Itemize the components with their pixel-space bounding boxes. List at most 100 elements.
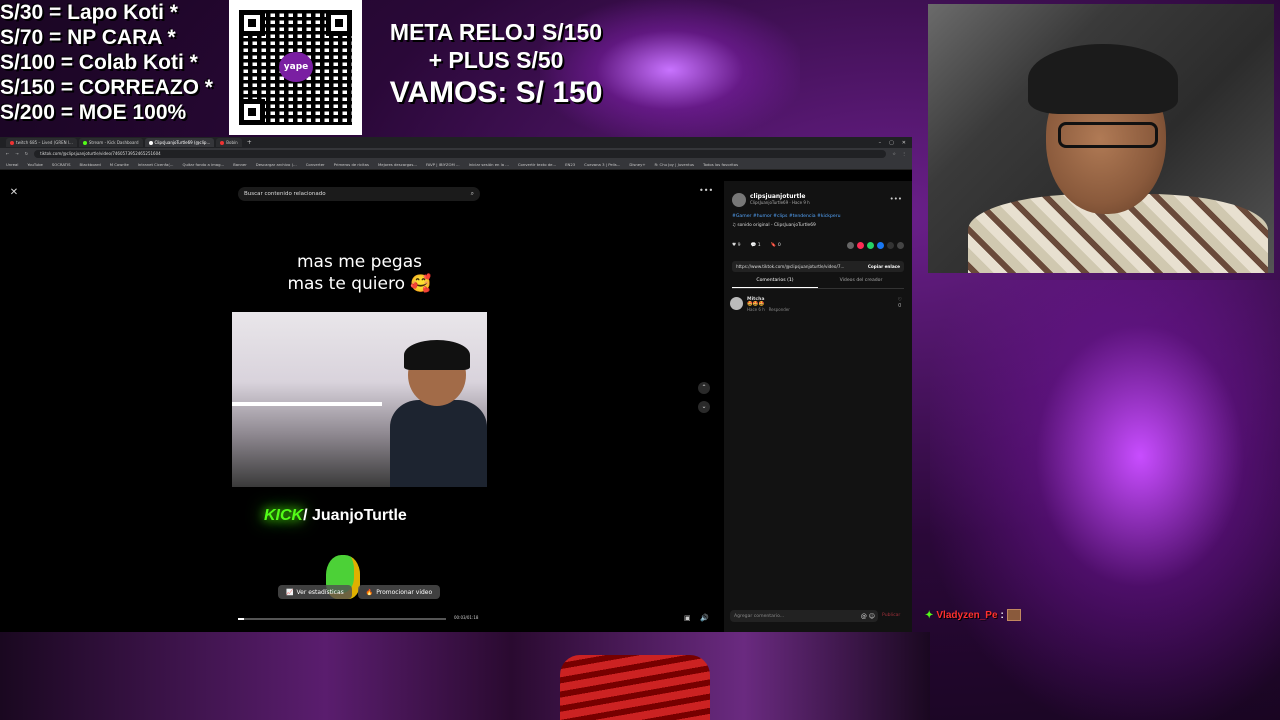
author-name[interactable]: clipsjuanjoturtle: [750, 193, 810, 200]
diamond-icon: ✦: [925, 609, 934, 621]
tab-bar: twitch 685 – Lived (GREN l... Stream - K…: [0, 137, 912, 148]
close-window-button[interactable]: ✕: [902, 140, 906, 146]
tab-creator-videos[interactable]: Videos del creador: [818, 278, 904, 288]
share-icon[interactable]: [897, 242, 904, 249]
more-options-icon[interactable]: •••: [699, 186, 713, 195]
browser-tab[interactable]: twitch 685 – Lived (GREN l...: [6, 138, 77, 147]
new-tab-button[interactable]: +: [247, 139, 252, 146]
search-input[interactable]: Buscar contenido relacionado ⌕: [238, 187, 480, 201]
author-meta: ClipsJuanjoTurtle69 · Hace 9 h: [750, 200, 810, 205]
reply-button[interactable]: Responder: [769, 307, 790, 312]
next-video-button[interactable]: ⌄: [698, 401, 710, 413]
bookmark-item[interactable]: Todos los favoritos: [703, 162, 738, 167]
whatsapp-icon[interactable]: [867, 242, 874, 249]
minimize-button[interactable]: –: [879, 140, 882, 146]
yape-logo: yape: [279, 52, 313, 82]
bookmark-item[interactable]: Blackboard: [80, 162, 101, 167]
browser-tab-active[interactable]: ClipsJuanjoTurtle69 (@clip...: [144, 138, 215, 147]
maximize-button[interactable]: ▢: [889, 140, 894, 146]
donation-item: S/70 = NP CARA *: [0, 26, 176, 49]
bookmark-item[interactable]: Mejores descargas...: [378, 162, 417, 167]
view-stats-button[interactable]: 📈 Ver estadísticas: [278, 585, 352, 599]
avatar[interactable]: [730, 297, 743, 310]
flame-icon: 🔥: [365, 588, 374, 596]
donation-list: S/30 = Lapo Koti * S/70 = NP CARA * S/10…: [0, 0, 232, 125]
post-comment-button[interactable]: Publicar: [882, 613, 900, 618]
yape-qr-code: yape: [229, 0, 362, 135]
bookmark-item[interactable]: Banner: [233, 162, 247, 167]
tiktok-page: ✕ mas me pegas mas te quiero 🥰 KICK/ Jua…: [0, 181, 912, 632]
video-hashtags[interactable]: #Gamer #humor #clips #tendencia #kickper…: [732, 214, 841, 219]
promote-video-button[interactable]: 🔥 Promocionar video: [357, 585, 441, 599]
previous-video-button[interactable]: ⌃: [698, 382, 710, 394]
browser-tab[interactable]: Bobín: [216, 138, 242, 147]
back-icon[interactable]: ←: [6, 151, 9, 156]
goal-line: VAMOS: S/ 150: [389, 76, 603, 109]
more-options-icon[interactable]: •••: [890, 195, 902, 203]
comment-like-button[interactable]: ♡ 0: [898, 297, 902, 312]
bookmark-item[interactable]: Iniciar sesión en la ...: [469, 162, 509, 167]
chart-icon: 📈: [286, 588, 294, 596]
comment-time: Hace 6 h: [747, 307, 765, 312]
bookmark-item[interactable]: Primeros de ricitas: [334, 162, 369, 167]
facebook-icon[interactable]: [877, 242, 884, 249]
address-bar-row: ← → ↻ tiktok.com/@clipsjuanjoturtle/vide…: [0, 148, 912, 159]
star-icon[interactable]: ☆: [892, 151, 896, 156]
author-info[interactable]: clipsjuanjoturtle ClipsJuanjoTurtle69 · …: [732, 193, 810, 207]
bookmark-item[interactable]: Cuevana 3 | Pelis...: [584, 162, 620, 167]
bookmark-item[interactable]: FAVP | IBIYZOM ...: [426, 162, 460, 167]
avatar[interactable]: [732, 193, 746, 207]
donation-item: S/150 = CORREAZO *: [0, 76, 213, 99]
x-icon[interactable]: [887, 242, 894, 249]
bookmarks-bar: Unreal YouTube SOCRATIS Blackboard M Cowrite…: [0, 159, 912, 170]
background-art: [0, 632, 930, 720]
donation-goal: META RELOJ S/150 + PLUS S/50 VAMOS: S/ 1…: [372, 18, 620, 112]
like-button[interactable]: ♥ 9: [732, 243, 741, 248]
pip-icon[interactable]: ▣: [684, 614, 691, 622]
sound-link[interactable]: ♫ sonido original - ClipsJuanjoTurtle69: [732, 223, 816, 228]
bookmark-item[interactable]: Unreal: [6, 162, 18, 167]
close-icon[interactable]: ✕: [8, 187, 20, 199]
forward-icon[interactable]: →: [15, 151, 18, 156]
embed-icon[interactable]: [847, 242, 854, 249]
comment-button[interactable]: 💬 1: [751, 243, 761, 248]
bookmark-item[interactable]: Descargar archivo (...: [256, 162, 297, 167]
browser-window: twitch 685 – Lived (GREN l... Stream - K…: [0, 137, 912, 632]
video-time: 00:03/01:18: [454, 615, 479, 620]
bookmark-item[interactable]: Intranet Cicenfa(...: [138, 162, 174, 167]
bookmark-item[interactable]: R: Chu Joy | Juventus: [655, 162, 694, 167]
goal-line: META RELOJ S/150: [389, 19, 603, 45]
bookmark-item[interactable]: SOCRATIS: [52, 162, 71, 167]
copy-link-button[interactable]: Copiar enlace: [868, 264, 904, 269]
menu-icon[interactable]: ⋮: [902, 151, 906, 156]
video-link-row: https://www.tiktok.com/@clipsjuanjoturtl…: [732, 261, 904, 272]
bookmark-item[interactable]: Convertir texto de...: [518, 162, 556, 167]
donation-item: S/200 = MOE 100%: [0, 101, 187, 124]
donation-item: S/30 = Lapo Koti *: [0, 1, 178, 24]
emote-icon: [1006, 609, 1021, 621]
chat-message: ✦ Vladyzen_Pe :: [925, 609, 1021, 621]
tab-comments[interactable]: Comentarios (1): [732, 278, 818, 288]
bookmark-item[interactable]: Quitar fondo a imag...: [182, 162, 224, 167]
volume-icon[interactable]: 🔊: [700, 614, 709, 622]
video-progress-bar[interactable]: [238, 618, 446, 620]
webcam-feed: [928, 4, 1274, 273]
bookmark-item[interactable]: YouTube: [27, 162, 42, 167]
send-icon[interactable]: [857, 242, 864, 249]
video-player[interactable]: mas me pegas mas te quiero 🥰 KICK/ Juanj…: [232, 181, 487, 632]
video-caption: mas me pegas mas te quiero 🥰: [287, 252, 432, 294]
video-link[interactable]: https://www.tiktok.com/@clipsjuanjoturtl…: [736, 264, 845, 269]
bookmark-item[interactable]: EN23: [565, 162, 575, 167]
bookmark-item[interactable]: M Cowrite: [110, 162, 129, 167]
engagement-stats: ♥ 9 💬 1 🔖 0: [732, 243, 781, 248]
comment-tabs: Comentarios (1) Videos del creador: [732, 278, 904, 289]
reload-icon[interactable]: ↻: [25, 151, 28, 156]
comment-input[interactable]: Agregar comentario... @ ☺: [730, 610, 878, 622]
browser-tab[interactable]: Stream - Kick Dashboard: [78, 138, 143, 147]
bookmark-item[interactable]: Converter: [306, 162, 325, 167]
bookmark-item[interactable]: Disney+: [629, 162, 645, 167]
search-icon[interactable]: ⌕: [471, 190, 474, 198]
save-button[interactable]: 🔖 0: [771, 243, 781, 248]
mention-icon[interactable]: @ ☺: [861, 613, 878, 620]
url-field[interactable]: tiktok.com/@clipsjuanjoturtle/video/7460…: [34, 149, 887, 158]
